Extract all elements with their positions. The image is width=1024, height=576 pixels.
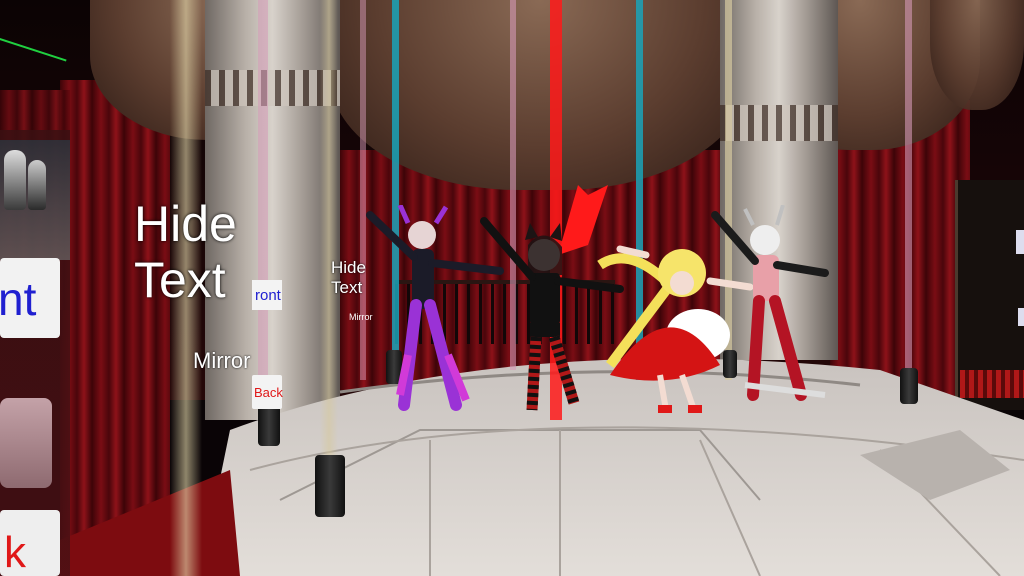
light-beam-gold-2 (320, 0, 338, 460)
reflection-avatar-2 (28, 160, 46, 210)
sofa (0, 398, 52, 488)
right-edge-panel[interactable] (1016, 230, 1024, 254)
hide-text-button-large[interactable]: Hide Text (134, 196, 237, 308)
back-button-label[interactable]: Back (254, 385, 283, 400)
silver-hair-red-armor-avatar[interactable] (705, 205, 845, 405)
mirror-button-large[interactable]: Mirror (193, 348, 250, 374)
front-label-big[interactable]: nt (0, 272, 36, 326)
right-edge-panel-2[interactable] (1018, 308, 1024, 326)
back-label-big[interactable]: k (4, 528, 26, 576)
stage-lamp-right (900, 368, 918, 404)
vr-world-view: nt k Hide Text ront Mirror Back Hide Tex… (0, 0, 1024, 576)
reflection-avatar-1 (4, 150, 26, 210)
light-beam-pink (258, 0, 268, 420)
front-button-label[interactable]: ront (255, 287, 281, 304)
light-beam-pink-3 (905, 0, 912, 380)
stage-lamp-left (315, 455, 345, 517)
